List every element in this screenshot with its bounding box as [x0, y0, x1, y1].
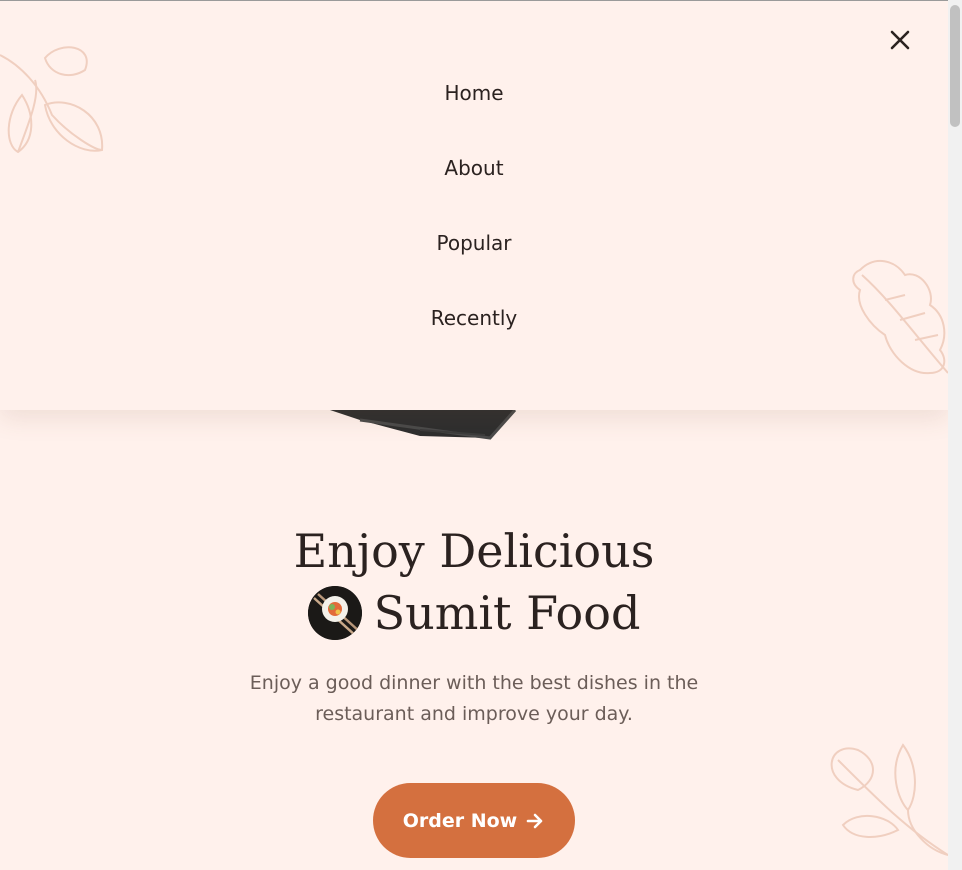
hero-description: Enjoy a good dinner with the best dishes…	[249, 672, 699, 725]
window-top-border	[0, 0, 962, 1]
nav-link-about[interactable]: About	[444, 153, 503, 183]
leaf-decoration-bottom-right	[830, 743, 948, 856]
nav-item-recently: Recently	[0, 303, 948, 333]
nav-link-recently[interactable]: Recently	[431, 303, 518, 333]
nav-link-popular[interactable]: Popular	[437, 228, 512, 258]
hero-title-line-2-wrap: Sumit Food	[307, 582, 641, 644]
close-menu-button[interactable]	[884, 24, 916, 56]
mobile-nav-menu: Home About Popular Recently	[0, 0, 948, 410]
nav-item-popular: Popular	[0, 228, 948, 258]
hero-title: Enjoy Delicious Sumit Food	[0, 520, 948, 655]
sushi-image	[307, 586, 362, 640]
nav-item-home: Home	[0, 78, 948, 108]
page-scrollbar[interactable]	[948, 0, 962, 870]
hero-title-line-1: Enjoy Delicious	[293, 524, 655, 578]
order-now-button[interactable]: Order Now	[373, 783, 575, 858]
nav-item-about: About	[0, 153, 948, 183]
arrow-right-icon	[526, 813, 543, 828]
page-root: Enjoy Delicious Sumit Food Enjoy a good …	[0, 0, 962, 870]
hero-title-line-2: Sumit Food	[373, 586, 641, 640]
nav-link-home[interactable]: Home	[444, 78, 503, 108]
scrollbar-thumb[interactable]	[950, 5, 960, 127]
order-now-label: Order Now	[402, 809, 518, 832]
close-icon	[890, 30, 910, 50]
